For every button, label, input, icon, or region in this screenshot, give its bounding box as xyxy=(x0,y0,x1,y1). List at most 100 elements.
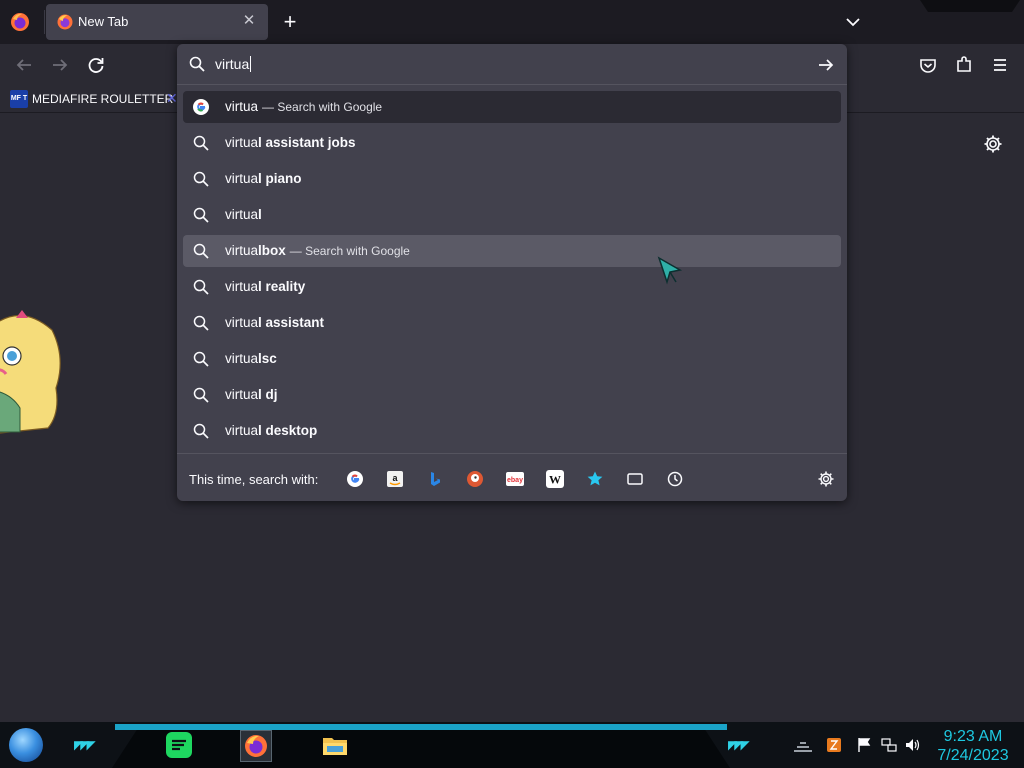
suggestion-row[interactable]: virtua — Search with Google xyxy=(183,91,841,123)
ebay-icon[interactable]: ebay xyxy=(506,470,524,488)
suggestion-completion: l desktop xyxy=(258,423,318,438)
firefox-favicon-icon xyxy=(57,14,73,30)
hamburger-menu-icon[interactable] xyxy=(987,52,1013,78)
suggestion-typed-part: virtua xyxy=(225,99,259,114)
bookmark-label: MEDIAFIRE ROULETTER xyxy=(32,92,174,106)
suggestion-text: virtual assistant xyxy=(225,315,324,330)
clock-time: 9:23 AM xyxy=(943,728,1003,745)
suggestion-typed-part: virtua xyxy=(225,279,259,294)
search-icon xyxy=(193,171,209,187)
wikipedia-icon[interactable]: W xyxy=(546,470,564,488)
tray-app-icon[interactable] xyxy=(826,737,842,753)
action-label: Search with Google xyxy=(277,100,383,114)
google-icon[interactable] xyxy=(346,470,364,488)
search-icon xyxy=(193,351,209,367)
file-explorer-icon[interactable] xyxy=(320,730,350,760)
tab-strip: New Tab ✕ + xyxy=(0,0,1024,44)
tray-overflow-icon[interactable] xyxy=(792,737,814,753)
address-input[interactable]: virtua xyxy=(215,56,252,72)
suggestion-text: virtualsc xyxy=(225,351,277,366)
bookmark-mediafire-rouletter[interactable]: MF T MEDIAFIRE ROULETTER xyxy=(10,89,173,109)
chevron-down-icon[interactable] xyxy=(842,11,864,33)
tabs-icon[interactable] xyxy=(626,470,644,488)
suggestion-text: virtua — Search with Google xyxy=(225,99,382,114)
search-icon xyxy=(193,279,209,295)
suggestion-typed-part: virtua xyxy=(225,423,259,438)
title-bar-decoration xyxy=(920,0,1020,12)
suggestion-row[interactable]: virtual reality xyxy=(183,271,841,303)
suggestion-action: — Search with Google xyxy=(262,100,382,114)
suggestion-text: virtual dj xyxy=(225,387,278,402)
suggestion-list: virtua — Search with Google virtual assist… xyxy=(183,91,841,451)
suggestion-completion: l assistant xyxy=(258,315,325,330)
suggestion-row[interactable]: virtual piano xyxy=(183,163,841,195)
google-icon xyxy=(193,99,209,115)
suggestion-text: virtual reality xyxy=(225,279,305,294)
history-icon[interactable] xyxy=(666,470,684,488)
firefox-view-icon[interactable] xyxy=(8,10,32,34)
suggestion-completion: l xyxy=(258,207,262,222)
action-separator: — xyxy=(289,244,306,258)
system-clock[interactable]: 9:23 AM 7/24/2023 xyxy=(930,727,1016,765)
suggestion-completion: lsc xyxy=(258,351,277,366)
taskbar-decoration-arrows: ◤◤◤ xyxy=(74,738,96,752)
suggestion-completion: l reality xyxy=(258,279,306,294)
suggestion-completion: l assistant jobs xyxy=(258,135,356,150)
suggestion-row[interactable]: virtual dj xyxy=(183,379,841,411)
extensions-puzzle-icon[interactable] xyxy=(951,52,977,78)
search-icon xyxy=(189,56,205,72)
suggestion-typed-part: virtua xyxy=(225,387,259,402)
reload-icon[interactable] xyxy=(83,52,109,78)
pocket-icon[interactable] xyxy=(915,52,941,78)
volume-icon[interactable] xyxy=(904,737,922,753)
spotify-app-icon[interactable] xyxy=(164,730,194,760)
suggestion-text: virtual desktop xyxy=(225,423,317,438)
action-label: Search with Google xyxy=(305,244,410,258)
suggestion-row[interactable]: virtualbox — Search with Google xyxy=(183,235,841,267)
go-arrow-icon[interactable] xyxy=(815,54,837,76)
tab-title: New Tab xyxy=(78,14,129,29)
search-settings-gear-icon[interactable] xyxy=(817,470,835,488)
suggestion-text: virtual assistant jobs xyxy=(225,135,356,150)
forward-arrow-icon[interactable] xyxy=(47,52,73,78)
taskbar: ◤◤◤ ◤◤◤ 9:23 AM 7/24/2023 xyxy=(0,722,1024,768)
address-bar[interactable]: virtua xyxy=(177,44,847,85)
bookmarks-star-icon[interactable] xyxy=(586,470,604,488)
mediafire-favicon-icon: MF T xyxy=(10,90,28,108)
newtab-settings-gear-icon[interactable] xyxy=(982,133,1004,155)
action-center-flag-icon[interactable] xyxy=(856,737,872,753)
suggestion-row[interactable]: virtual assistant xyxy=(183,307,841,339)
new-tab-button[interactable]: + xyxy=(278,9,302,35)
start-button[interactable] xyxy=(9,728,43,762)
search-icon xyxy=(193,207,209,223)
tab-close-icon[interactable]: ✕ xyxy=(238,10,260,32)
tab-separator xyxy=(44,10,45,34)
text-caret xyxy=(250,56,252,72)
action-separator: — xyxy=(262,100,278,114)
bing-icon[interactable] xyxy=(426,470,444,488)
clock-date: 7/24/2023 xyxy=(937,747,1009,764)
amazon-icon[interactable]: a xyxy=(386,470,404,488)
suggestion-row[interactable]: virtual desktop xyxy=(183,415,841,447)
mouse-pointer-icon xyxy=(657,256,683,285)
network-icon[interactable] xyxy=(880,737,898,753)
back-arrow-icon[interactable] xyxy=(11,52,37,78)
suggestion-typed-part: virtua xyxy=(225,207,259,222)
taskbar-panel xyxy=(112,730,730,768)
address-bar-popup: virtua virtua — Search with Google virtual… xyxy=(177,44,847,501)
suggestion-typed-part: virtua xyxy=(225,135,259,150)
tab-new-tab[interactable]: New Tab ✕ xyxy=(46,4,268,40)
suggestion-row[interactable]: virtualsc xyxy=(183,343,841,375)
bookmark-partial-icon[interactable]: ✕ xyxy=(166,90,178,107)
duckduckgo-icon[interactable] xyxy=(466,470,484,488)
address-input-value: virtua xyxy=(215,56,250,72)
svg-text:W: W xyxy=(549,473,561,487)
suggestion-row[interactable]: virtual assistant jobs xyxy=(183,127,841,159)
suggestion-action: — Search with Google xyxy=(290,244,410,258)
firefox-app-icon[interactable] xyxy=(240,730,272,762)
suggestion-row[interactable]: virtual xyxy=(183,199,841,231)
cartoon-character-sticker xyxy=(0,310,61,434)
search-icon xyxy=(193,315,209,331)
svg-text:ebay: ebay xyxy=(507,477,523,484)
search-icon xyxy=(193,135,209,151)
